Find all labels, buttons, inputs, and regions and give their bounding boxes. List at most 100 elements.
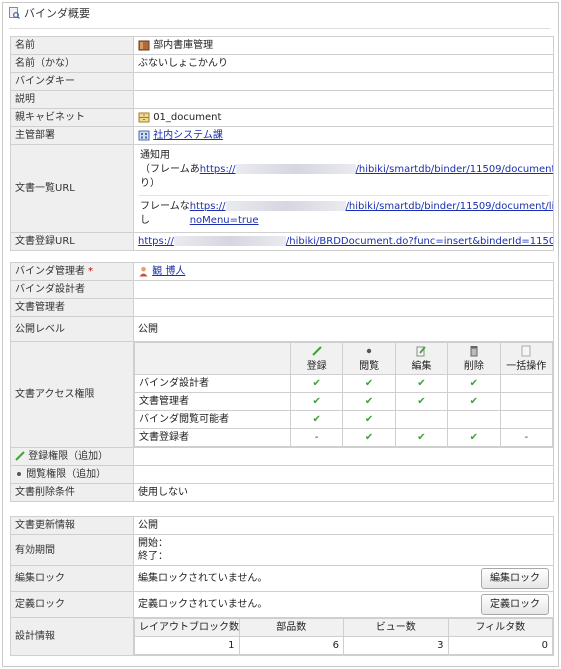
admin-label: バインダ管理者 — [15, 266, 85, 277]
pencil-icon — [15, 451, 25, 461]
admin-label-cell: バインダ管理者 * — [10, 262, 134, 281]
access-role: 文書登録者 — [134, 428, 291, 447]
binder-key-value — [133, 72, 554, 91]
delete-condition-value: 使用しない — [133, 483, 554, 502]
description-row: 説明 — [10, 90, 554, 109]
access-matrix: 登録 閲覧 編集 削除 一括操作 バインダ設計者 ✔ ✔ ✔ ✔ 文書管理者 ✔… — [134, 342, 553, 447]
update-info-label: 文書更新情報 — [10, 516, 134, 535]
binder-permission-table: バインダ管理者 * 観 博人 バインダ設計者 文書管理者 公開レベル 公開 文書ア… — [10, 262, 554, 502]
design-value-views: 3 — [343, 636, 449, 655]
design-info-table: レイアウトブロック数 部品数 ビュー数 フィルタ数 1 6 3 0 — [134, 618, 553, 655]
designer-label: バインダ設計者 — [10, 280, 134, 299]
department-row: 主管部署 社内システム課 — [10, 126, 554, 145]
design-value-parts: 6 — [238, 636, 344, 655]
view-add-label-cell: 閲覧権限（追加） — [10, 465, 134, 484]
access-check-cell: ✔ — [447, 374, 501, 393]
access-header-bulk: 一括操作 — [499, 342, 553, 375]
description-value — [133, 90, 554, 109]
access-matrix-row: バインダ設計者 ✔ ✔ ✔ ✔ — [134, 374, 553, 393]
document-icon — [521, 345, 531, 356]
definition-lock-cell: 定義ロックされていません。 定義ロック — [133, 591, 554, 618]
design-info-row: 設計情報 レイアウトブロック数 部品数 ビュー数 フィルタ数 1 6 3 0 — [10, 617, 554, 656]
access-label: 文書アクセス権限 — [10, 341, 134, 448]
access-row: 文書アクセス権限 登録 閲覧 編集 削除 一括操作 バインダ設計者 ✔ ✔ ✔ … — [10, 341, 554, 448]
noframe-url-link[interactable]: https:// /hibiki/smartdb/binder/11509/doc… — [190, 201, 554, 226]
binder-summary-panel: バインダ概要 名前 部内書庫管理 名前（かな） ぶないしょこかんり バインダキー… — [2, 2, 559, 667]
edit-lock-button[interactable]: 編集ロック — [481, 568, 549, 589]
department-link[interactable]: 社内システム課 — [153, 130, 223, 141]
name-value: 部内書庫管理 — [153, 40, 214, 51]
design-header-parts: 部品数 — [238, 618, 344, 637]
doc-admin-value — [133, 298, 554, 317]
doc-admin-label: 文書管理者 — [10, 298, 134, 317]
delete-condition-row: 文書削除条件 使用しない — [10, 483, 554, 502]
access-check-cell — [499, 410, 553, 429]
definition-lock-status: 定義ロックされていません。 — [138, 599, 268, 610]
noframe-url-suffix: /hibiki/smartdb/binder/11509/document/li… — [345, 201, 554, 212]
eye-icon — [17, 472, 21, 476]
access-check-cell: ✔ — [394, 374, 449, 393]
eye-icon — [366, 348, 372, 353]
notify-label-line3: り） — [140, 178, 160, 189]
notify-url-prefix: https:// — [199, 164, 236, 175]
notify-url-link[interactable]: https:// /hibiki/smartdb/binder/11509/doc… — [199, 164, 554, 175]
validity-period-cell: 開始： 終了： — [133, 534, 554, 566]
design-header-filters: フィルタ数 — [447, 618, 553, 637]
kana-row: 名前（かな） ぶないしょこかんり — [10, 54, 554, 73]
description-label: 説明 — [10, 90, 134, 109]
notify-label-line1: 通知用 — [140, 150, 170, 161]
notify-url-suffix: /hibiki/smartdb/binder/11509/document/li… — [355, 164, 554, 175]
definition-lock-button[interactable]: 定義ロック — [481, 594, 549, 615]
register-url-suffix: /hibiki/BRDDocument.do?func=insert&binde… — [285, 236, 554, 247]
register-url-prefix: https:// — [138, 236, 174, 247]
access-check-cell: - — [289, 428, 344, 447]
masked-host — [235, 164, 356, 174]
view-add-row: 閲覧権限（追加） — [10, 465, 554, 484]
admin-user-link[interactable]: 観 博人 — [152, 266, 185, 277]
noframe-label-line2: し — [140, 215, 150, 226]
trash-icon — [470, 345, 478, 356]
access-header-label: 削除 — [463, 360, 484, 372]
masked-host — [225, 201, 346, 211]
view-add-label: 閲覧権限（追加） — [26, 469, 107, 480]
noframe-url-group: フレームな し https:// /hibiki/smartdb/binder/1… — [138, 196, 553, 230]
validity-period-row: 有効期間 開始： 終了： — [10, 534, 554, 566]
access-header-label: 編集 — [411, 360, 432, 372]
definition-lock-label: 定義ロック — [10, 591, 134, 618]
binder-book-icon — [138, 40, 150, 50]
name-label: 名前 — [10, 36, 134, 55]
panel-title: バインダ概要 — [24, 7, 90, 20]
access-role: 文書管理者 — [134, 392, 291, 411]
noframe-label-line1: フレームな — [140, 201, 190, 212]
register-url-link[interactable]: https:// /hibiki/BRDDocument.do?func=inse… — [138, 236, 554, 247]
access-role: バインダ閲覧可能者 — [134, 410, 291, 429]
design-value-row: 1 6 3 0 — [134, 636, 553, 655]
public-level-value: 公開 — [133, 316, 554, 342]
access-matrix-row: 文書登録者 - ✔ ✔ ✔ - — [134, 428, 553, 447]
design-header-row: レイアウトブロック数 部品数 ビュー数 フィルタ数 — [134, 618, 553, 637]
masked-host — [173, 236, 286, 246]
department-label: 主管部署 — [10, 126, 134, 145]
register-url-label: 文書登録URL — [10, 232, 134, 251]
edit-document-icon — [416, 345, 427, 356]
cabinet-row: 親キャビネット 01_document — [10, 108, 554, 127]
access-header-empty — [134, 342, 291, 375]
access-header-row: 登録 閲覧 編集 削除 一括操作 — [134, 342, 553, 375]
update-info-row: 文書更新情報 公開 — [10, 516, 554, 535]
admin-value-cell: 観 博人 — [133, 262, 554, 281]
design-info-label: 設計情報 — [10, 617, 134, 656]
period-start: 開始： — [138, 538, 168, 549]
validity-period-label: 有効期間 — [10, 534, 134, 566]
definition-lock-row: 定義ロック 定義ロックされていません。 定義ロック — [10, 591, 554, 618]
access-matrix-row: 文書管理者 ✔ ✔ ✔ ✔ — [134, 392, 553, 411]
register-url-row: 文書登録URL https:// /hibiki/BRDDocument.do?f… — [10, 232, 554, 251]
access-header-view: 閲覧 — [342, 342, 396, 375]
register-url-cell: https:// /hibiki/BRDDocument.do?func=inse… — [133, 232, 554, 251]
user-icon — [139, 266, 148, 276]
cabinet-value: 01_document — [153, 112, 222, 123]
access-header-label: 閲覧 — [359, 360, 380, 372]
header-divider — [9, 28, 550, 29]
access-check-cell: - — [499, 428, 553, 447]
register-add-label-cell: 登録権限（追加） — [10, 447, 134, 466]
designer-value — [133, 280, 554, 299]
